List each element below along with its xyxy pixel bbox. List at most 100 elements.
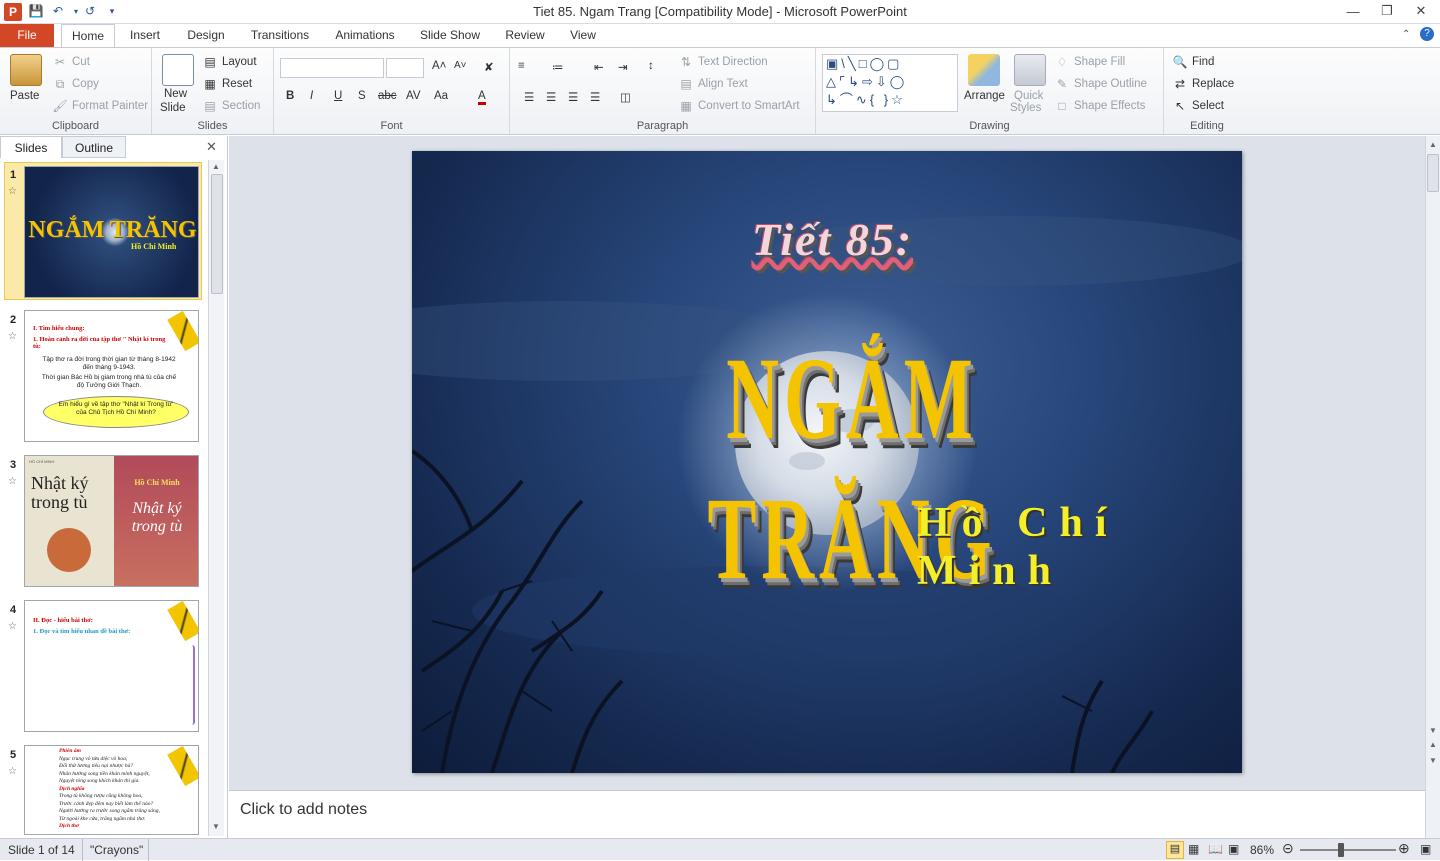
thumb-text: II. Đọc - hiểu bài thơ: bbox=[33, 617, 93, 624]
shrink-font-icon[interactable]: A˅ bbox=[454, 60, 467, 71]
tab-design[interactable]: Design bbox=[180, 24, 232, 47]
strikethrough-icon[interactable]: abc bbox=[378, 90, 397, 102]
section-button[interactable]: ▤ Section bbox=[202, 98, 260, 114]
tab-slide-show[interactable]: Slide Show bbox=[414, 24, 486, 47]
tab-outline[interactable]: Outline bbox=[62, 136, 126, 158]
increase-indent-icon[interactable]: ⇥ bbox=[618, 60, 628, 74]
scroll-thumb[interactable] bbox=[211, 174, 223, 294]
shapes-gallery[interactable]: ▣\╲□◯▢ △⌜↳⇨⇩◯ ↳⌒∿{ }☆ bbox=[822, 54, 958, 112]
scroll-down-icon[interactable]: ▼ bbox=[212, 822, 220, 831]
zoom-slider-thumb[interactable] bbox=[1338, 843, 1345, 857]
minimize-ribbon-icon[interactable]: ⌃ bbox=[1402, 29, 1410, 40]
close-button[interactable]: ✕ bbox=[1408, 2, 1434, 20]
arrange-button[interactable]: Arrange bbox=[964, 90, 1005, 102]
new-slide-button[interactable]: Slide bbox=[160, 102, 186, 114]
quick-styles-icon[interactable] bbox=[1014, 54, 1046, 86]
line-spacing-icon[interactable]: ↕ bbox=[648, 60, 654, 72]
clear-formatting-icon[interactable]: ✘ bbox=[484, 60, 494, 74]
italic-icon[interactable]: I bbox=[310, 90, 313, 102]
replace-icon: ⇄ bbox=[1174, 77, 1186, 91]
tab-slides[interactable]: Slides bbox=[0, 136, 62, 158]
find-button[interactable]: 🔍 Find bbox=[1172, 54, 1215, 70]
restore-button[interactable]: ❐ bbox=[1374, 2, 1400, 20]
scroll-up-icon[interactable]: ▲ bbox=[212, 162, 220, 171]
shadow-icon[interactable]: S bbox=[358, 90, 366, 102]
scroll-up-icon[interactable]: ▲ bbox=[1429, 140, 1437, 149]
zoom-slider[interactable] bbox=[1300, 849, 1396, 851]
new-slide-icon[interactable] bbox=[162, 54, 194, 86]
next-slide-icon[interactable]: ▼ bbox=[1429, 756, 1437, 765]
shape-outline-button[interactable]: ✎ Shape Outline bbox=[1054, 76, 1147, 92]
tab-insert[interactable]: Insert bbox=[122, 24, 168, 47]
text-direction-button[interactable]: ⇅ Text Direction bbox=[678, 54, 768, 70]
close-pane-icon[interactable]: ✕ bbox=[206, 139, 217, 155]
justify-icon[interactable]: ☰ bbox=[590, 90, 600, 104]
tab-file[interactable]: File bbox=[0, 24, 54, 47]
font-size-box[interactable] bbox=[386, 58, 424, 78]
slides-scrollbar[interactable]: ▲ ▼ bbox=[208, 160, 224, 836]
quick-styles-label[interactable]: Quick bbox=[1014, 90, 1043, 102]
convert-smartart-button[interactable]: ▦ Convert to SmartArt bbox=[678, 98, 799, 114]
paste-icon[interactable] bbox=[10, 54, 42, 86]
grow-font-icon[interactable]: A˄ bbox=[432, 60, 446, 72]
slide-thumbnail-2[interactable]: I. Tìm hiểu chung: 1. Hoàn cảnh ra đời c… bbox=[24, 310, 199, 442]
center-icon[interactable]: ☰ bbox=[546, 90, 556, 104]
tab-view[interactable]: View bbox=[562, 24, 604, 47]
help-icon[interactable]: ? bbox=[1420, 27, 1434, 41]
notes-pane[interactable]: Click to add notes bbox=[229, 790, 1425, 838]
align-right-icon[interactable]: ☰ bbox=[568, 90, 578, 104]
slide-thumbnail-3[interactable]: HỒ CHÍ MINH Nhật ký trong tù Hồ Chí Minh… bbox=[24, 455, 199, 587]
reset-button[interactable]: ▦ Reset bbox=[202, 76, 252, 92]
previous-slide-icon[interactable]: ▲ bbox=[1429, 740, 1437, 749]
reading-view-icon[interactable]: 📖 bbox=[1208, 842, 1223, 856]
change-case-icon[interactable]: Aa bbox=[434, 90, 448, 102]
cut-button[interactable]: ✂ Cut bbox=[52, 54, 90, 70]
fit-to-window-icon[interactable]: ▣ bbox=[1420, 842, 1431, 856]
scroll-down-icon[interactable]: ▼ bbox=[1429, 726, 1437, 735]
zoom-out-icon[interactable]: ⊝ bbox=[1282, 840, 1294, 857]
lesson-heading[interactable]: Tiết 85: bbox=[752, 213, 913, 266]
paste-button[interactable]: Paste bbox=[10, 90, 39, 102]
slide-canvas[interactable]: Tiết 85: NGẮM TRĂNG Hồ Chí Minh bbox=[412, 151, 1242, 773]
slide-show-icon[interactable]: ▣ bbox=[1228, 842, 1239, 856]
layout-button[interactable]: ▤ Layout bbox=[202, 54, 256, 70]
quick-styles-button[interactable]: Styles bbox=[1010, 102, 1041, 114]
align-left-icon[interactable]: ☰ bbox=[524, 90, 534, 104]
font-color-icon[interactable]: A bbox=[478, 90, 486, 105]
slide-thumbnail-4[interactable]: II. Đọc - hiểu bài thơ: 1. Đọc và tìm hi… bbox=[24, 600, 199, 732]
shape-fill-button[interactable]: ♢ Shape Fill bbox=[1054, 54, 1126, 70]
copy-button[interactable]: ⧉ Copy bbox=[52, 76, 99, 92]
character-spacing-icon[interactable]: AV bbox=[406, 90, 421, 102]
slide-scrollbar[interactable]: ▲ ▼ ▲ ▼ bbox=[1425, 136, 1440, 838]
select-button[interactable]: ↖ Select bbox=[1172, 98, 1224, 114]
arrange-icon[interactable] bbox=[968, 54, 1000, 86]
tab-home[interactable]: Home bbox=[61, 24, 115, 48]
decrease-indent-icon[interactable]: ⇤ bbox=[594, 60, 604, 74]
font-name-box[interactable] bbox=[280, 58, 384, 78]
columns-icon[interactable]: ◫ bbox=[620, 90, 631, 104]
tab-review[interactable]: Review bbox=[498, 24, 552, 47]
zoom-level[interactable]: 86% bbox=[1250, 843, 1274, 857]
replace-button[interactable]: ⇄ Replace bbox=[1172, 76, 1234, 92]
align-text-button[interactable]: ▤ Align Text bbox=[678, 76, 747, 92]
normal-view-icon[interactable]: ▤ bbox=[1166, 841, 1184, 859]
bullets-icon[interactable]: ≡ bbox=[518, 60, 525, 72]
theme-name[interactable]: "Crayons" bbox=[90, 843, 143, 857]
minimize-button[interactable]: — bbox=[1340, 2, 1366, 20]
numbering-icon[interactable]: ≔ bbox=[552, 60, 564, 74]
scroll-thumb[interactable] bbox=[1427, 154, 1439, 192]
slide-thumbnail-5[interactable]: Phiên âm Ngục trung vô tửu diệc vô hoa, … bbox=[24, 745, 199, 835]
new-slide-label[interactable]: New bbox=[164, 88, 187, 100]
format-painter-button[interactable]: 🖌 Format Painter bbox=[52, 98, 148, 114]
tab-animations[interactable]: Animations bbox=[328, 24, 402, 47]
underline-icon[interactable]: U bbox=[334, 90, 342, 102]
zoom-in-icon[interactable]: ⊕ bbox=[1398, 840, 1410, 857]
tab-transitions[interactable]: Transitions bbox=[244, 24, 316, 47]
bold-icon[interactable]: B bbox=[286, 90, 294, 102]
slide-author[interactable]: Hồ Chí Minh bbox=[917, 499, 1242, 595]
slide-thumbnail-1[interactable]: NGẮM TRĂNG Hồ Chí Minh bbox=[24, 166, 199, 298]
notes-placeholder[interactable]: Click to add notes bbox=[240, 801, 367, 819]
ribbon: Paste ✂ Cut ⧉ Copy 🖌 Format Painter Clipboa… bbox=[0, 47, 1440, 135]
shape-effects-button[interactable]: □ Shape Effects bbox=[1054, 98, 1145, 114]
slide-sorter-icon[interactable]: ▦ bbox=[1188, 842, 1199, 856]
